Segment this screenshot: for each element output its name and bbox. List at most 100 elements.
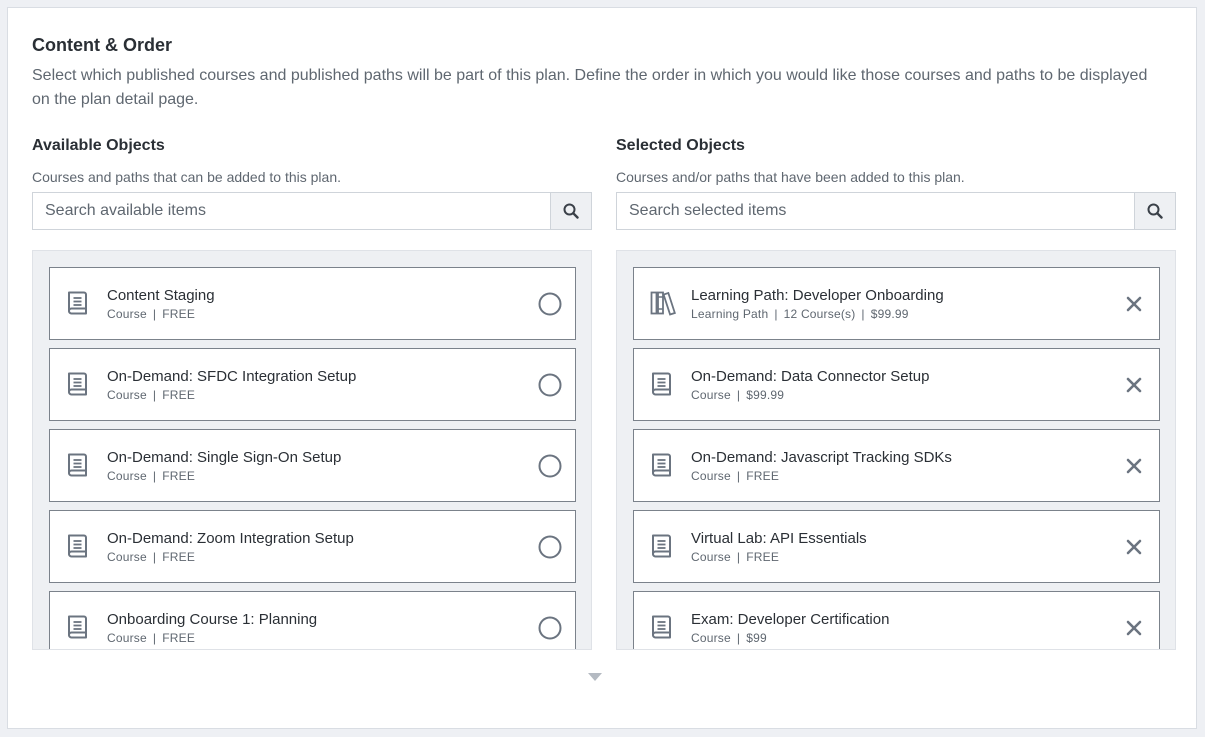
book-icon xyxy=(650,371,674,397)
available-objects-column: Available Objects Courses and paths that… xyxy=(32,136,592,650)
item-title: Virtual Lab: API Essentials xyxy=(691,530,867,547)
selected-search-input[interactable] xyxy=(617,193,1134,229)
list-item[interactable]: On-Demand: SFDC Integration Setup Course |… xyxy=(49,348,576,421)
meta-separator: | xyxy=(152,307,157,321)
available-items-list[interactable]: Content Staging Course | FREE On-Demand: SFD… xyxy=(32,250,592,650)
item-course-count: 12 Course(s) xyxy=(783,307,856,321)
meta-separator: | xyxy=(774,307,778,321)
remove-x-icon[interactable] xyxy=(1121,372,1147,398)
section-title: Content & Order xyxy=(32,35,173,55)
selected-search-button[interactable] xyxy=(1134,193,1175,229)
item-price: FREE xyxy=(162,469,196,483)
item-price: $99.99 xyxy=(746,388,785,402)
meta-separator: | xyxy=(152,469,157,483)
selected-objects-title: Selected Objects xyxy=(616,137,745,154)
meta-separator: | xyxy=(152,550,157,564)
available-search-input[interactable] xyxy=(33,193,550,229)
section-description: Select which published courses and publi… xyxy=(32,67,1148,108)
item-meta: Course | FREE xyxy=(107,469,195,483)
meta-separator: | xyxy=(152,388,157,402)
selected-items-list[interactable]: Learning Path: Developer Onboarding Learn… xyxy=(616,250,1176,650)
list-item[interactable]: Virtual Lab: API Essentials Course | FREE xyxy=(633,510,1160,583)
item-type: Course xyxy=(107,388,147,402)
books-icon xyxy=(650,290,676,316)
book-icon xyxy=(66,371,90,397)
item-meta: Course | FREE xyxy=(107,550,195,564)
selected-objects-column: Selected Objects Courses and/or paths th… xyxy=(616,136,1176,650)
item-title: On-Demand: Javascript Tracking SDKs xyxy=(691,449,952,466)
meta-separator: | xyxy=(736,469,741,483)
available-objects-title: Available Objects xyxy=(32,137,165,154)
list-item[interactable]: On-Demand: Zoom Integration Setup Course |… xyxy=(49,510,576,583)
book-icon xyxy=(650,614,674,640)
item-price: FREE xyxy=(746,469,780,483)
selected-search xyxy=(616,192,1176,230)
item-meta: Course | FREE xyxy=(691,469,779,483)
circle-select-icon[interactable] xyxy=(537,291,563,317)
circle-select-icon[interactable] xyxy=(537,615,563,641)
item-meta: Course | FREE xyxy=(691,550,779,564)
item-meta: Course | FREE xyxy=(107,388,195,402)
item-meta: Course | FREE xyxy=(107,307,195,321)
item-price: FREE xyxy=(162,631,196,645)
available-search xyxy=(32,192,592,230)
book-icon xyxy=(650,452,674,478)
book-icon xyxy=(66,452,90,478)
circle-select-icon[interactable] xyxy=(537,372,563,398)
list-item[interactable]: Exam: Developer Certification Course | $99 xyxy=(633,591,1160,649)
book-icon xyxy=(66,614,90,640)
item-type: Course xyxy=(691,550,731,564)
item-title: Learning Path: Developer Onboarding xyxy=(691,287,944,304)
available-search-button[interactable] xyxy=(550,193,591,229)
item-price: FREE xyxy=(162,550,196,564)
item-type: Course xyxy=(107,307,147,321)
item-title: Exam: Developer Certification xyxy=(691,611,890,628)
item-meta: Course | $99.99 xyxy=(691,388,784,402)
item-meta: Course | FREE xyxy=(107,631,195,645)
item-price: $99 xyxy=(746,631,767,645)
item-title: On-Demand: Data Connector Setup xyxy=(691,368,930,385)
item-price: FREE xyxy=(746,550,780,564)
scroll-down-icon[interactable] xyxy=(587,671,603,683)
item-title: Content Staging xyxy=(107,287,215,304)
item-title: On-Demand: SFDC Integration Setup xyxy=(107,368,357,385)
circle-select-icon[interactable] xyxy=(537,453,563,479)
item-type: Course xyxy=(691,469,731,483)
item-type: Learning Path xyxy=(691,307,769,321)
item-type: Course xyxy=(107,631,147,645)
meta-separator: | xyxy=(861,307,865,321)
remove-x-icon[interactable] xyxy=(1121,534,1147,560)
meta-separator: | xyxy=(736,631,741,645)
remove-x-icon[interactable] xyxy=(1121,453,1147,479)
book-icon xyxy=(66,290,90,316)
meta-separator: | xyxy=(152,631,157,645)
item-title: On-Demand: Single Sign-On Setup xyxy=(107,449,342,466)
meta-separator: | xyxy=(736,388,741,402)
item-price: FREE xyxy=(162,307,196,321)
item-type: Course xyxy=(107,469,147,483)
book-icon xyxy=(650,533,674,559)
item-title: On-Demand: Zoom Integration Setup xyxy=(107,530,354,547)
item-price: FREE xyxy=(162,388,196,402)
selected-objects-subtitle: Courses and/or paths that have been adde… xyxy=(616,169,965,185)
list-item[interactable]: On-Demand: Single Sign-On Setup Course | FR… xyxy=(49,429,576,502)
list-item[interactable]: On-Demand: Data Connector Setup Course | $9… xyxy=(633,348,1160,421)
item-type: Course xyxy=(107,550,147,564)
item-price: $99.99 xyxy=(870,307,909,321)
circle-select-icon[interactable] xyxy=(537,534,563,560)
item-type: Course xyxy=(691,631,731,645)
list-item[interactable]: On-Demand: Javascript Tracking SDKs Cours… xyxy=(633,429,1160,502)
search-icon xyxy=(1147,203,1163,219)
meta-separator: | xyxy=(736,550,741,564)
list-item[interactable]: Learning Path: Developer Onboarding Learn… xyxy=(633,267,1160,340)
book-icon xyxy=(66,533,90,559)
item-meta: Learning Path | 12 Course(s) | $99.99 xyxy=(691,307,909,321)
remove-x-icon[interactable] xyxy=(1121,615,1147,641)
item-title: Onboarding Course 1: Planning xyxy=(107,611,318,628)
search-icon xyxy=(563,203,579,219)
list-item[interactable]: Content Staging Course | FREE xyxy=(49,267,576,340)
remove-x-icon[interactable] xyxy=(1121,291,1147,317)
content-order-card: Content & Order Select which published c… xyxy=(7,7,1197,729)
item-type: Course xyxy=(691,388,731,402)
list-item[interactable]: Onboarding Course 1: Planning Course | FREE xyxy=(49,591,576,649)
